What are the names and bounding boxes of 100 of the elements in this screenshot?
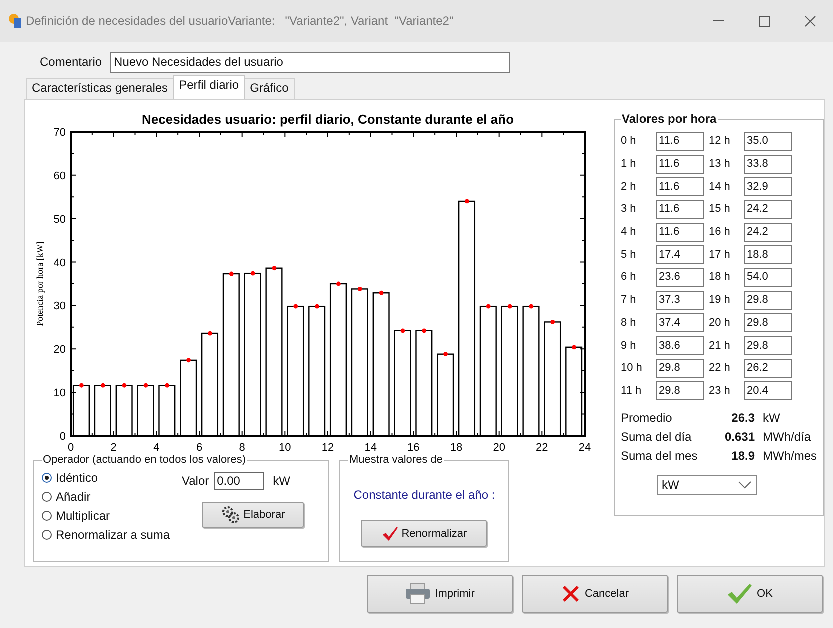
hour-label: 20 h [709,316,732,329]
hour-value-field[interactable]: 29.8 [656,381,704,400]
tab[interactable]: Características generales [26,78,174,99]
app-icon [8,13,22,29]
hour-value-field[interactable]: 29.8 [656,358,704,378]
minimize-icon[interactable] [712,20,724,22]
comment-field[interactable]: Nuevo Necesidades del usuario [110,52,510,72]
summary-label: Promedio [621,410,674,425]
unit-label: kW [273,474,290,488]
tick-label: 0 [68,442,74,454]
hour-value-field[interactable]: 32.9 [744,177,792,196]
tab[interactable]: Gráfico [244,78,295,99]
hour-label: 17 h [709,248,732,261]
tick-label: 30 [54,300,66,313]
cancel-button[interactable]: Cancelar [522,575,668,613]
tick-label: 20 [493,442,506,454]
hour-value-field[interactable]: 26.2 [744,358,792,378]
hour-value-field[interactable]: 29.8 [744,290,792,310]
hour-label: 22 h [709,362,732,374]
hour-label: 8 h [621,316,638,329]
radio-button[interactable] [42,510,52,520]
hour-value-field[interactable]: 37.3 [656,290,704,310]
hour-value-field[interactable]: 54.0 [744,268,792,287]
tick-label: 20 [54,344,66,356]
group-title: Muestra valores de [348,454,444,466]
renormalizar-button[interactable]: Renormalizar [361,520,488,547]
hour-label: 10 h [621,362,644,374]
hour-label: 7 h [621,294,638,306]
unit-dropdown[interactable]: kW [657,475,757,496]
radio-label: Añadir [56,490,91,504]
cross-icon [560,584,581,604]
caret-icon [738,481,752,490]
tick-label: 6 [196,442,203,454]
hour-value-field[interactable]: 23.6 [656,268,704,287]
hour-value-field[interactable]: 11.6 [656,154,704,174]
hour-value-field[interactable]: 11.6 [656,200,704,219]
tick-label: 60 [54,170,66,182]
elaborar-button[interactable]: Elaborar [202,502,304,528]
summary-value: 26.3 [730,410,755,425]
summary-label: Suma del mes [621,448,699,463]
printer-icon [405,583,432,605]
hour-value-field[interactable]: 35.0 [744,132,792,151]
hour-value-field[interactable]: 18.8 [744,245,792,264]
check-icon [382,526,398,540]
hour-label: 4 h [621,226,638,238]
axis-label: Potencia por hora [kW] [35,242,45,326]
tick-label: 16 [408,442,420,454]
close-icon[interactable] [804,16,816,26]
field-label: Comentario [40,55,102,69]
chart-title: Necesidades usuario: perfil diario, Constante durante el año [142,112,514,127]
ok-button[interactable]: OK [677,575,823,613]
summary-unit: MWh/mes [763,448,817,463]
radio-button[interactable] [42,472,52,482]
hour-label: 0 h [621,135,638,148]
field-label: Valor [182,474,210,488]
hour-label: 16 h [709,226,732,238]
radio-label: Multiplicar [56,508,110,522]
tab[interactable]: Perfil diario [173,75,246,99]
hour-value-field[interactable]: 24.2 [744,222,792,242]
maximize-icon[interactable] [758,16,770,26]
hour-value-field[interactable]: 24.2 [744,200,792,219]
hour-label: 3 h [621,203,638,216]
summary-value: 0.631 [724,430,755,444]
hour-label: 18 h [709,271,732,284]
summary-unit: MWh/día [763,430,812,444]
tick-label: 10 [54,388,66,400]
hour-label: 6 h [621,271,638,284]
hour-label: 1 h [621,158,638,170]
tick-label: 40 [54,257,66,270]
hour-value-field[interactable]: 20.4 [744,381,792,400]
radio-button[interactable] [42,530,52,540]
radio-button[interactable] [42,492,52,502]
hour-label: 14 h [709,180,732,193]
tick-label: 50 [54,214,66,226]
tick-label: 18 [450,442,463,454]
hour-value-field[interactable]: 11.6 [656,132,704,151]
hour-label: 23 h [709,384,732,397]
hour-value-field[interactable]: 11.6 [656,222,704,242]
hour-value-field[interactable]: 33.8 [744,154,792,174]
summary-unit: kW [763,410,780,425]
tick-label: 70 [54,127,66,139]
tick-label: 0 [60,431,66,443]
value-field[interactable]: 0.00 [214,472,264,490]
tick-label: 10 [279,442,292,454]
hour-value-field[interactable]: 37.4 [656,313,704,332]
hour-label: 11 h [621,384,643,397]
hour-label: 9 h [621,340,638,352]
check-icon [727,583,754,605]
tick-label: 2 [110,442,117,454]
hour-value-field[interactable]: 11.6 [656,177,704,196]
tick-label: 12 [322,442,334,454]
hour-value-field[interactable]: 38.6 [656,336,704,356]
group-title: Operador (actuando en todos los valores) [42,454,248,466]
print-button[interactable]: Imprimir [367,575,513,613]
hour-label: 5 h [621,248,638,261]
hour-label: 15 h [709,203,732,216]
bar [94,385,112,437]
hour-value-field[interactable]: 29.8 [744,313,792,332]
hour-value-field[interactable]: 17.4 [656,245,704,264]
hour-value-field[interactable]: 29.8 [744,336,792,356]
